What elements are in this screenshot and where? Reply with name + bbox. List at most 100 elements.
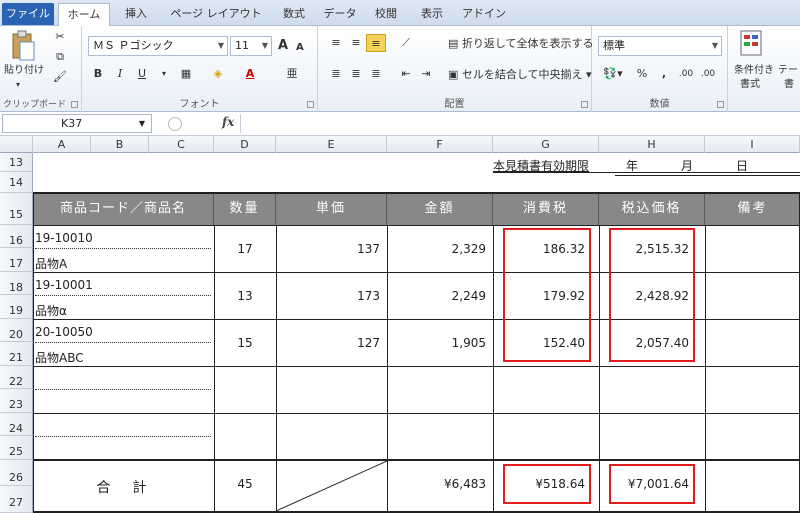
underline-button[interactable]: U [132, 65, 152, 83]
chevron-down-icon: ▼ [261, 41, 268, 50]
column-header-d[interactable]: D [214, 136, 276, 153]
comma-button[interactable]: , [654, 65, 674, 83]
column-header-b[interactable]: B [91, 136, 149, 153]
chevron-down-icon: ▼ [217, 41, 224, 50]
phonetic-icon[interactable]: 亜 [282, 65, 302, 83]
tax-total-highlight-box [503, 464, 591, 504]
paste-button[interactable]: 貼り付け [4, 62, 44, 80]
alignment-launcher-icon[interactable] [581, 101, 588, 108]
cut-icon[interactable]: ✂ [50, 28, 70, 46]
name-box-value: K37 [61, 117, 83, 130]
orientation-icon[interactable]: ⟋ [396, 34, 416, 52]
row-header-22[interactable]: 22 [0, 366, 33, 389]
merge-center-button[interactable]: ▣ セルを結合して中央揃え ▾ [448, 66, 592, 84]
align-left-icon[interactable]: ≣ [326, 65, 346, 83]
italic-button[interactable]: I [110, 65, 130, 83]
styles-group: 条件付き 書式 テー 書 [728, 26, 800, 112]
select-all-corner[interactable] [0, 136, 33, 153]
copy-icon[interactable]: ⧉ [50, 48, 70, 66]
tab-formulas[interactable]: 数式 [272, 3, 316, 26]
ribbon: 貼り付け ▾ ✂ ⧉ 🖌 クリップボード ＭＳ Ｐゴシック ▼ 11 ▼ A A B… [0, 26, 800, 112]
number-launcher-icon[interactable] [717, 101, 724, 108]
row-header-13[interactable]: 13 [0, 153, 33, 172]
merge-icon: ▣ [448, 68, 462, 81]
row-header-23[interactable]: 23 [0, 389, 33, 413]
font-color-icon[interactable]: A [240, 65, 260, 83]
align-bottom-icon[interactable]: ≡ [366, 34, 386, 52]
row-header-17[interactable]: 17 [0, 248, 33, 272]
font-name-value: ＭＳ Ｐゴシック [93, 39, 174, 52]
bold-button[interactable]: B [88, 65, 108, 83]
item-price: 137 [357, 242, 380, 256]
tab-review[interactable]: 校閲 [364, 3, 408, 26]
font-size-select[interactable]: 11 ▼ [230, 36, 272, 56]
align-top-icon[interactable]: ≡ [326, 34, 346, 52]
row-header-24[interactable]: 24 [0, 413, 33, 436]
currency-icon[interactable]: 💱▾ [598, 65, 628, 83]
column-header-c[interactable]: C [149, 136, 214, 153]
row-header-16[interactable]: 16 [0, 225, 33, 248]
insert-function-button[interactable]: fx [222, 115, 234, 129]
tab-page-layout[interactable]: ページ レイアウト [164, 3, 268, 26]
percent-button[interactable]: % [632, 65, 652, 83]
tab-file[interactable]: ファイル [2, 3, 54, 25]
chevron-down-icon[interactable]: ▼ [139, 115, 145, 132]
col-divider [33, 193, 34, 513]
row-header-26[interactable]: 26 [0, 460, 33, 486]
align-middle-icon[interactable]: ≡ [346, 34, 366, 52]
item-qty: 13 [237, 289, 253, 303]
format-painter-icon[interactable]: 🖌 [50, 68, 70, 86]
header-qty: 数量 [214, 193, 276, 225]
column-header-f[interactable]: F [387, 136, 493, 153]
column-header-a[interactable]: A [33, 136, 91, 153]
clipboard-launcher-icon[interactable] [71, 101, 78, 108]
row-header-21[interactable]: 21 [0, 342, 33, 366]
header-product: 商品コード／商品名 [33, 193, 214, 225]
font-name-select[interactable]: ＭＳ Ｐゴシック ▼ [88, 36, 228, 56]
shrink-font-button[interactable]: A [296, 39, 304, 57]
row-header-20[interactable]: 20 [0, 319, 33, 342]
fill-color-icon[interactable]: ◈ [208, 65, 228, 83]
formula-bar: K37 ▼ fx [0, 112, 800, 136]
column-header-i[interactable]: I [705, 136, 800, 153]
tab-insert[interactable]: 挿入 [114, 3, 158, 26]
decrease-indent-icon[interactable]: ⇤ [396, 65, 416, 83]
formula-input[interactable] [240, 114, 796, 133]
align-center-icon[interactable]: ≣ [346, 65, 366, 83]
paste-dropdown-icon[interactable]: ▾ [16, 76, 20, 94]
conditional-format-icon[interactable] [740, 30, 762, 56]
formula-expand-icon[interactable] [168, 117, 182, 131]
worksheet-grid[interactable]: 本見積書有効期限 年 月 日 商品コード／商品名 数量 単価 金額 消費税 税込… [33, 153, 800, 513]
borders-icon[interactable]: ▦ [176, 65, 196, 83]
align-right-icon[interactable]: ≣ [366, 65, 386, 83]
grow-font-button[interactable]: A [278, 37, 288, 55]
font-launcher-icon[interactable] [307, 101, 314, 108]
column-header-h[interactable]: H [599, 136, 705, 153]
row-header-14[interactable]: 14 [0, 172, 33, 193]
column-header-g[interactable]: G [493, 136, 599, 153]
row-header-18[interactable]: 18 [0, 272, 33, 295]
tab-data[interactable]: データ [318, 3, 362, 26]
row-header-19[interactable]: 19 [0, 295, 33, 319]
col-divider [705, 225, 706, 513]
row-header-25[interactable]: 25 [0, 436, 33, 460]
tab-view[interactable]: 表示 [410, 3, 454, 26]
row-divider [33, 225, 800, 226]
underline-dropdown-icon[interactable]: ▾ [154, 65, 174, 83]
row-header-27[interactable]: 27 [0, 486, 33, 513]
decrease-decimal-button[interactable]: .00 [698, 65, 718, 83]
row-header-15[interactable]: 15 [0, 193, 33, 225]
increase-indent-icon[interactable]: ⇥ [416, 65, 436, 83]
paste-icon[interactable] [10, 30, 36, 62]
format-as-table-sublabel: 書 [784, 79, 794, 90]
wrap-text-button[interactable]: ▤ 折り返して全体を表示する [448, 35, 594, 53]
name-box[interactable]: K37 ▼ [2, 114, 152, 133]
tab-home[interactable]: ホーム [58, 3, 110, 27]
column-header-e[interactable]: E [276, 136, 387, 153]
increase-decimal-button[interactable]: .00 [676, 65, 696, 83]
column-headers: A B C D E F G H I [0, 136, 800, 153]
header-tax: 消費税 [493, 193, 599, 225]
col-divider [387, 225, 388, 513]
number-format-select[interactable]: 標準 ▼ [598, 36, 722, 56]
tab-addins[interactable]: アドイン [458, 3, 510, 26]
